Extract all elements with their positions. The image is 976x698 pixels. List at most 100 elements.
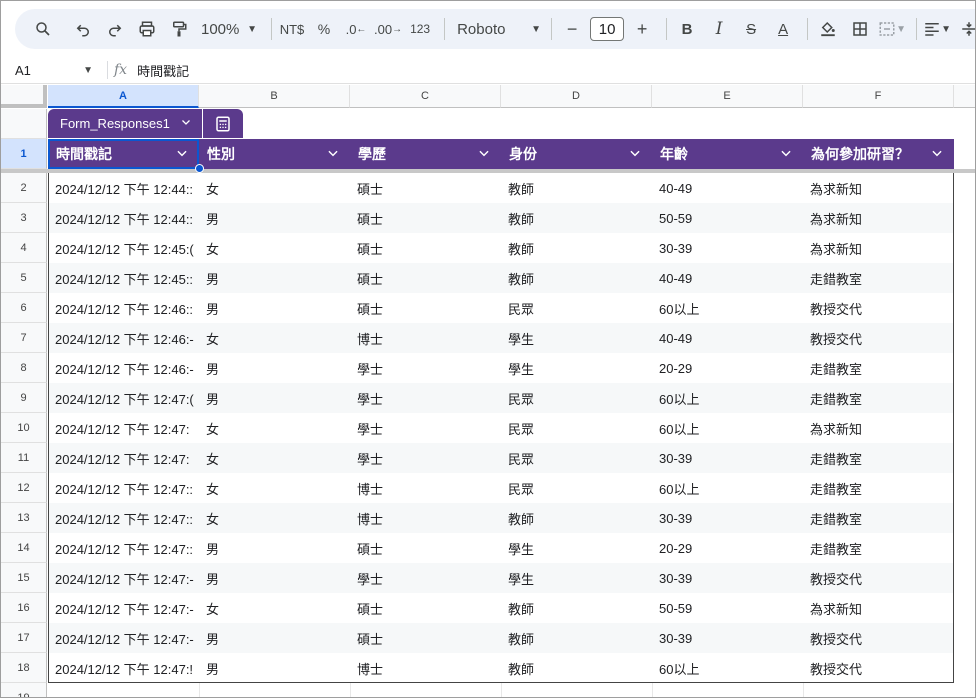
undo-button[interactable] (69, 15, 97, 43)
table-cell[interactable]: 民眾 (501, 383, 652, 413)
table-cell[interactable]: 男 (199, 383, 350, 413)
table-cell[interactable]: 50-59 (652, 203, 803, 233)
row-header-13[interactable]: 13 (1, 503, 47, 533)
table-cell[interactable]: 博士 (350, 653, 501, 683)
row-header-3[interactable]: 3 (1, 203, 47, 233)
increase-decimal-button[interactable]: .00 → (374, 15, 402, 43)
column-header-c[interactable]: C (350, 85, 501, 108)
table-cell[interactable]: 20-29 (652, 533, 803, 563)
formula-input[interactable]: 時間戳記 (137, 61, 189, 80)
column-header-e[interactable]: E (652, 85, 803, 108)
decrease-font-size-button[interactable]: − (558, 15, 586, 43)
table-cell[interactable]: 60以上 (652, 293, 803, 323)
table-cell[interactable]: 40-49 (652, 323, 803, 353)
column-header-f[interactable]: F (803, 85, 954, 108)
table-cell[interactable]: 碩士 (350, 263, 501, 293)
table-cell[interactable]: 博士 (350, 473, 501, 503)
table-name-chip[interactable]: Form_Responses1 (48, 109, 202, 138)
table-cell[interactable]: 60以上 (652, 653, 803, 683)
table-header-cell[interactable]: 學歷 (350, 139, 501, 169)
table-cell[interactable]: 男 (199, 623, 350, 653)
table-cell[interactable]: 女 (199, 503, 350, 533)
table-cell[interactable]: 教師 (501, 203, 652, 233)
row-header-6[interactable]: 6 (1, 293, 47, 323)
row-header-11[interactable]: 11 (1, 443, 47, 473)
table-cell[interactable]: 30-39 (652, 233, 803, 263)
table-cell[interactable]: 2024/12/12 下午 12:47:! (48, 653, 199, 683)
table-cell[interactable]: 學士 (350, 443, 501, 473)
table-cell[interactable]: 碩士 (350, 593, 501, 623)
table-cell[interactable]: 2024/12/12 下午 12:47: (48, 413, 199, 443)
table-cell[interactable]: 女 (199, 443, 350, 473)
table-cell[interactable]: 教師 (501, 233, 652, 263)
row-header-19[interactable]: 19 (1, 683, 47, 697)
table-cell[interactable]: 走錯教室 (803, 263, 954, 293)
vertical-align-button[interactable] (955, 15, 975, 43)
table-cell[interactable]: 教師 (501, 263, 652, 293)
table-cell[interactable]: 男 (199, 353, 350, 383)
fill-color-button[interactable] (814, 15, 842, 43)
bold-button[interactable]: B (673, 15, 701, 43)
table-cell[interactable]: 40-49 (652, 173, 803, 203)
table-cell[interactable]: 2024/12/12 下午 12:47:: (48, 533, 199, 563)
row-header-9[interactable]: 9 (1, 383, 47, 413)
row-header-12[interactable]: 12 (1, 473, 47, 503)
table-cell[interactable]: 2024/12/12 下午 12:47:- (48, 623, 199, 653)
table-cell[interactable]: 男 (199, 293, 350, 323)
table-cell[interactable]: 30-39 (652, 623, 803, 653)
table-cell[interactable]: 女 (199, 173, 350, 203)
table-header-cell[interactable]: 時間戳記 (48, 139, 199, 169)
table-header-cell[interactable]: 為何參加研習？ (803, 139, 954, 169)
name-box[interactable]: A1 ▼ (1, 63, 101, 78)
row-header-18[interactable]: 18 (1, 653, 47, 683)
table-cell[interactable]: 碩士 (350, 623, 501, 653)
table-cell[interactable]: 2024/12/12 下午 12:44:: (48, 173, 199, 203)
table-cell[interactable]: 2024/12/12 下午 12:47:- (48, 563, 199, 593)
table-cell[interactable]: 女 (199, 473, 350, 503)
merge-cells-button[interactable]: ▼ (878, 15, 906, 43)
table-cell[interactable]: 30-39 (652, 503, 803, 533)
table-cell[interactable]: 教授交代 (803, 563, 954, 593)
table-cell[interactable]: 博士 (350, 323, 501, 353)
table-cell[interactable]: 男 (199, 263, 350, 293)
table-cell[interactable]: 走錯教室 (803, 503, 954, 533)
redo-button[interactable] (101, 15, 129, 43)
table-cell[interactable]: 學士 (350, 413, 501, 443)
font-select[interactable]: Roboto ▼ (451, 15, 541, 43)
table-cell[interactable]: 碩士 (350, 533, 501, 563)
table-cell[interactable]: 男 (199, 203, 350, 233)
table-cell[interactable]: 教授交代 (803, 623, 954, 653)
percent-format-button[interactable]: % (310, 15, 338, 43)
table-cell[interactable]: 民眾 (501, 293, 652, 323)
row-header-14[interactable]: 14 (1, 533, 47, 563)
table-cell[interactable]: 教授交代 (803, 293, 954, 323)
table-cell[interactable]: 碩士 (350, 233, 501, 263)
table-header-cell[interactable]: 年齡 (652, 139, 803, 169)
table-cell[interactable]: 學生 (501, 533, 652, 563)
table-cell[interactable]: 50-59 (652, 593, 803, 623)
table-cell[interactable]: 男 (199, 563, 350, 593)
table-cell[interactable]: 2024/12/12 下午 12:45:: (48, 263, 199, 293)
table-cell[interactable]: 民眾 (501, 443, 652, 473)
table-cell[interactable]: 男 (199, 653, 350, 683)
table-cell[interactable]: 女 (199, 413, 350, 443)
table-cell[interactable]: 20-29 (652, 353, 803, 383)
table-settings-button[interactable] (203, 109, 243, 138)
row-header-2[interactable]: 2 (1, 173, 47, 203)
table-cell[interactable]: 60以上 (652, 383, 803, 413)
row-header-4[interactable]: 4 (1, 233, 47, 263)
table-cell[interactable]: 女 (199, 593, 350, 623)
table-cell[interactable]: 為求新知 (803, 233, 954, 263)
table-cell[interactable]: 為求新知 (803, 203, 954, 233)
column-header-b[interactable]: B (199, 85, 350, 108)
row-header-8[interactable]: 8 (1, 353, 47, 383)
table-cell[interactable]: 2024/12/12 下午 12:45:( (48, 233, 199, 263)
table-header-cell[interactable]: 身份 (501, 139, 652, 169)
row-header-10[interactable]: 10 (1, 413, 47, 443)
row-header-5[interactable]: 5 (1, 263, 47, 293)
row-header-1[interactable]: 1 (1, 139, 47, 169)
row-header-7[interactable]: 7 (1, 323, 47, 353)
table-cell[interactable]: 學生 (501, 563, 652, 593)
table-cell[interactable]: 2024/12/12 下午 12:46:- (48, 323, 199, 353)
more-formats-button[interactable]: 123 (406, 15, 434, 43)
